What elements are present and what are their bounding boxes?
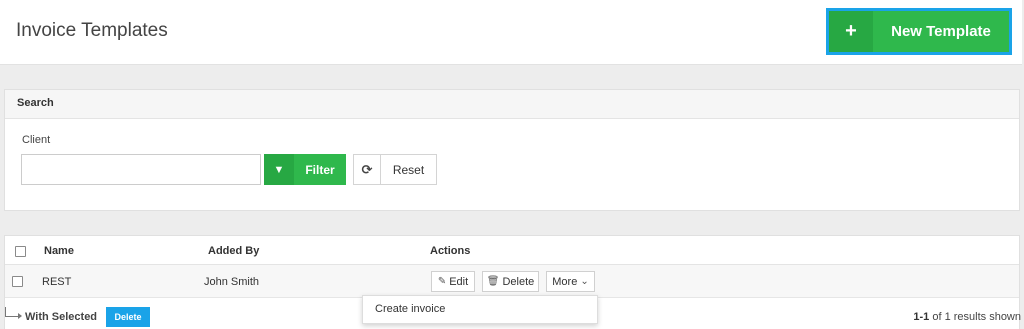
refresh-icon: ⟳ — [354, 155, 381, 184]
bulk-delete-button[interactable]: Delete — [106, 307, 150, 327]
more-label: More — [552, 275, 578, 288]
new-template-label: New Template — [891, 23, 991, 40]
chevron-down-icon: ⌄ — [580, 276, 589, 287]
column-header-actions: Actions — [430, 245, 471, 257]
search-panel: Search Client ▼ Filter ⟳ Reset — [4, 89, 1020, 211]
more-dropdown-menu: Create invoice — [362, 295, 598, 324]
filter-icon: ▼ — [264, 154, 294, 185]
results-text: of 1 results shown — [929, 311, 1021, 323]
create-invoice-menu-item[interactable]: Create invoice — [375, 303, 445, 315]
column-header-name[interactable]: Name — [44, 245, 74, 257]
results-range: 1-1 — [913, 311, 930, 323]
reset-label: Reset — [392, 162, 425, 177]
trash-icon: 🗑 — [486, 276, 500, 287]
row-checkbox[interactable] — [12, 276, 23, 287]
with-selected-label: With Selected — [25, 311, 98, 323]
more-dropdown-button[interactable]: More ⌄ — [546, 271, 595, 292]
delete-button[interactable]: 🗑 Delete — [482, 271, 539, 292]
edit-button[interactable]: ✎ Edit — [431, 271, 475, 292]
select-all-checkbox[interactable] — [15, 246, 26, 257]
row-name[interactable]: REST — [42, 276, 71, 288]
page-header: Invoice Templates + New Template — [0, 0, 1022, 65]
reset-button[interactable]: ⟳ Reset — [353, 154, 437, 185]
table-row: REST John Smith ✎ Edit 🗑 Delete More ⌄ — [5, 265, 1019, 298]
corner-arrow-icon — [5, 307, 22, 319]
search-panel-title: Search — [5, 90, 1019, 119]
pencil-icon: ✎ — [437, 276, 447, 287]
edit-label: Edit — [449, 275, 469, 288]
new-template-button[interactable]: + New Template — [829, 11, 1009, 52]
new-template-button-focus-ring: + New Template — [826, 8, 1012, 55]
plus-icon: + — [829, 11, 873, 52]
column-header-added-by[interactable]: Added By — [208, 245, 259, 257]
filter-label: Filter — [294, 154, 346, 185]
client-label: Client — [22, 134, 51, 146]
results-count: 1-1 of 1 results shown — [913, 311, 1021, 323]
filter-button[interactable]: ▼ Filter — [264, 154, 346, 185]
delete-label: Delete — [502, 275, 535, 288]
page-title: Invoice Templates — [16, 20, 168, 41]
client-input[interactable] — [21, 154, 261, 185]
row-added-by: John Smith — [204, 276, 260, 288]
